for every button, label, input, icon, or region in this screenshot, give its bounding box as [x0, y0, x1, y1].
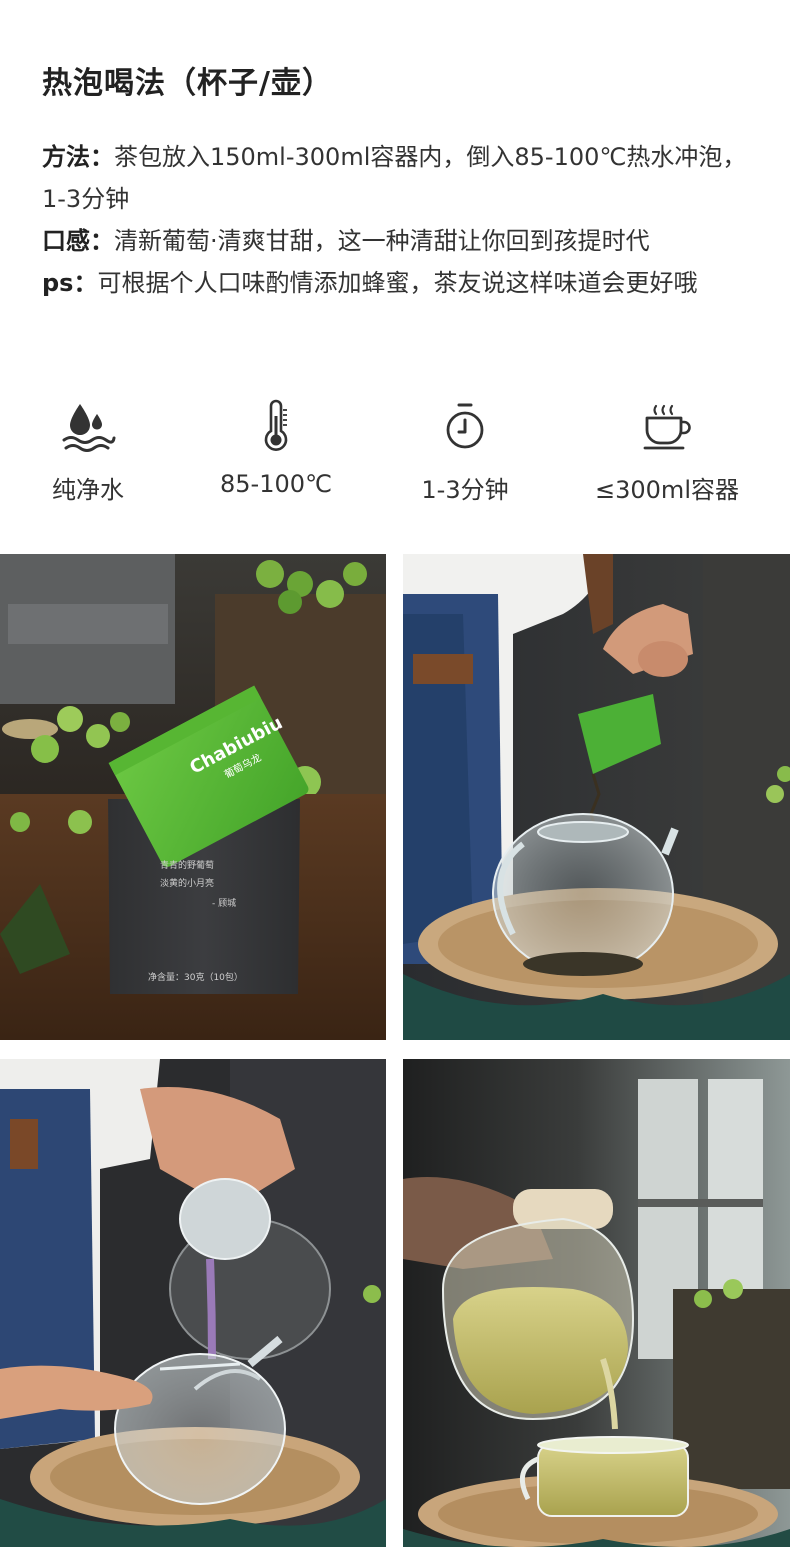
water-label: 纯净水 — [52, 476, 124, 504]
photo-tea-box: Chabiubiu 葡萄乌龙 青青的野葡萄 淡黄的小月亮 - 顾城 净含量：30… — [0, 554, 386, 1040]
method-text: 茶包放入150ml-300ml容器内，倒入85-100℃热水冲泡，1-3分钟 — [42, 143, 747, 213]
icon-item-temperature: 85-100℃ — [176, 398, 376, 498]
stopwatch-icon — [446, 403, 484, 449]
box-line-2: 淡黄的小月亮 — [160, 877, 214, 889]
box-net-weight: 净含量：30克（10包） — [148, 971, 243, 983]
ps-label: ps： — [42, 269, 98, 297]
method-line: 方法：茶包放入150ml-300ml容器内，倒入85-100℃热水冲泡，1-3分… — [42, 136, 762, 220]
method-label: 方法： — [42, 143, 114, 171]
photo-adding-leaves — [403, 554, 790, 1040]
brewing-description: 方法：茶包放入150ml-300ml容器内，倒入85-100℃热水冲泡，1-3分… — [42, 136, 762, 304]
icon-item-container: ≤300ml容器 — [567, 398, 767, 505]
taste-text: 清新葡萄·清爽甘甜，这一种清甜让你回到孩提时代 — [114, 227, 650, 255]
taste-line: 口感：清新葡萄·清爽甘甜，这一种清甜让你回到孩提时代 — [42, 220, 762, 262]
photo-serving-tea — [403, 1059, 790, 1547]
ps-line: ps：可根据个人口味酌情添加蜂蜜，茶友说这样味道会更好哦 — [42, 262, 762, 304]
water-drop-icon — [62, 404, 116, 452]
container-label: ≤300ml容器 — [595, 476, 739, 504]
temperature-label: 85-100℃ — [220, 470, 332, 498]
photo-grid: Chabiubiu 葡萄乌龙 青青的野葡萄 淡黄的小月亮 - 顾城 净含量：30… — [0, 554, 790, 1547]
taste-label: 口感： — [42, 227, 114, 255]
icon-item-water: 纯净水 — [0, 398, 188, 505]
steaming-cup-icon — [643, 404, 691, 450]
photo-pouring-water — [0, 1059, 386, 1547]
brewing-icons: 纯净水 85-100℃ 1-3分钟 ≤300ml容器 — [0, 398, 790, 508]
page-title: 热泡喝法（杯子/壶） — [42, 66, 333, 101]
box-line-1: 青青的野葡萄 — [160, 859, 214, 871]
thermometer-icon — [264, 399, 288, 451]
ps-text: 可根据个人口味酌情添加蜂蜜，茶友说这样味道会更好哦 — [97, 269, 698, 297]
time-label: 1-3分钟 — [421, 476, 509, 504]
box-line-3: - 顾城 — [212, 898, 236, 909]
icon-item-time: 1-3分钟 — [365, 398, 565, 505]
